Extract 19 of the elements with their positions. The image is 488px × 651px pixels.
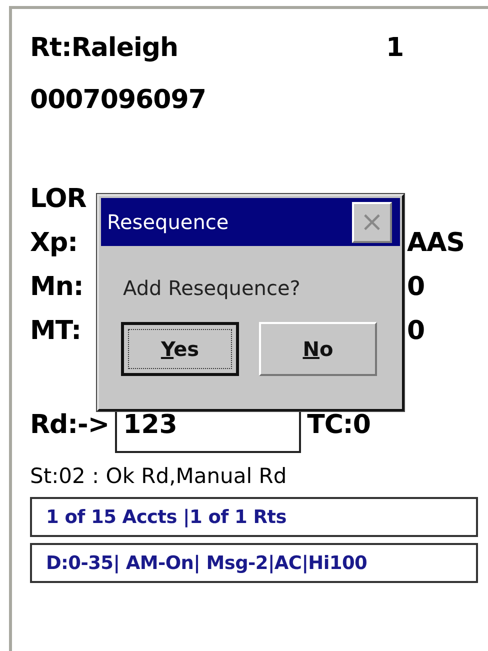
account-number: 0007096097 — [30, 84, 206, 117]
info-bar: 1 of 15 Accts |1 of 1 Rts — [30, 497, 478, 537]
tc-label: TC:0 — [307, 409, 370, 442]
route-number: 1 — [386, 32, 404, 64]
dialog-message: Add Resequence? — [123, 276, 302, 300]
no-button[interactable]: No — [259, 322, 377, 376]
field-value: AAS — [407, 227, 464, 260]
info-bar: D:0-35| AM-On| Msg-2|AC|Hi100 — [30, 543, 478, 583]
yes-button[interactable]: Yes — [121, 322, 239, 376]
reading-label: Rd:-> — [30, 409, 110, 442]
route-label: Rt:Raleigh — [30, 32, 179, 64]
dialog-title: Resequence — [107, 210, 229, 234]
field-label: LOR — [30, 183, 86, 216]
status-text: St:02 : Ok Rd,Manual Rd — [30, 463, 288, 490]
field-value: 0 — [407, 315, 425, 348]
field-label: Xp: — [30, 227, 78, 260]
field-value: 0 — [407, 271, 425, 304]
field-label: MT: — [30, 315, 82, 348]
field-label: Mn: — [30, 271, 84, 304]
